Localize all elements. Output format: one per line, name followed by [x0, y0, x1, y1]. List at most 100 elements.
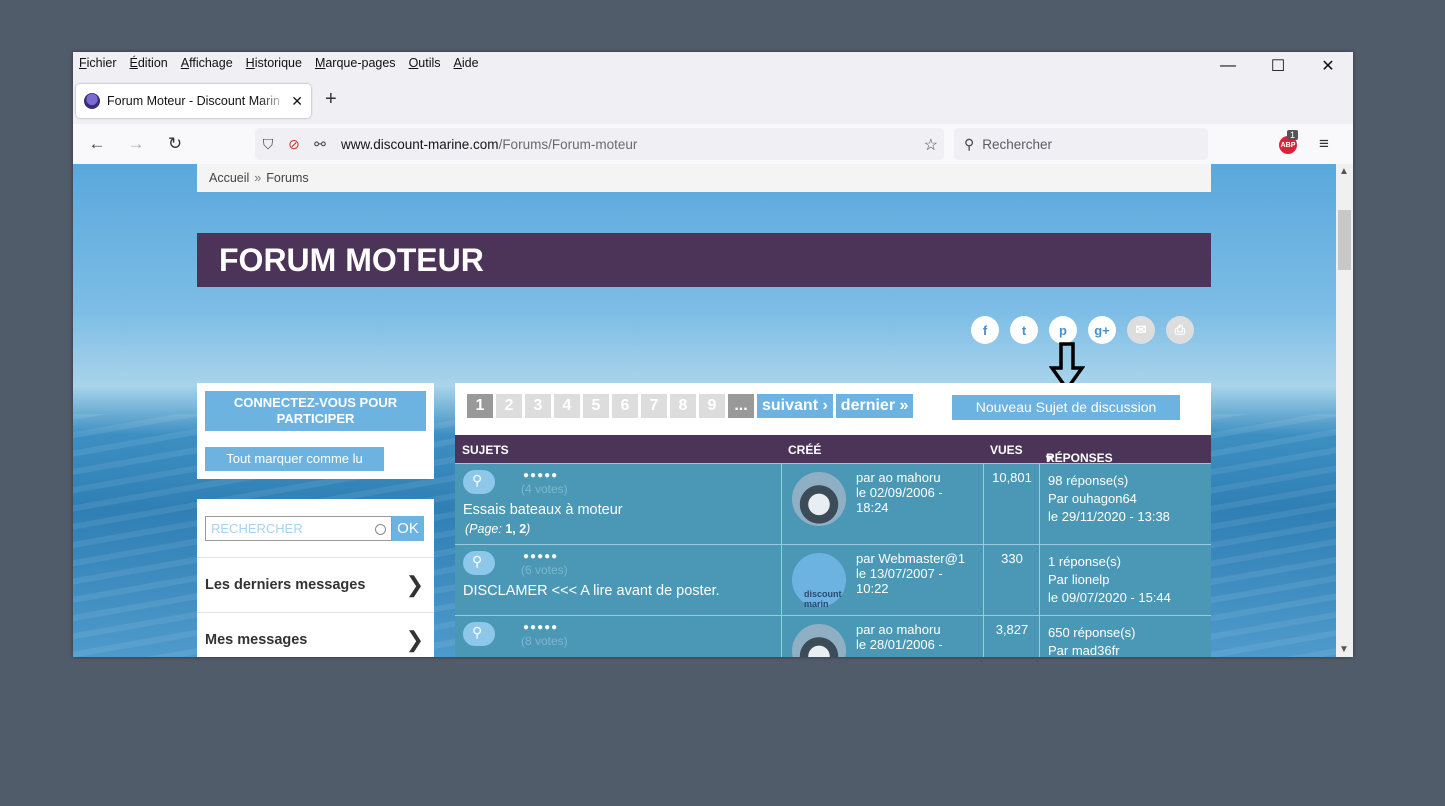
- page-3[interactable]: 3: [525, 394, 551, 418]
- tab-title: Forum Moteur - Discount Marin: [107, 94, 280, 108]
- last-page-button[interactable]: dernier »: [835, 394, 914, 418]
- search-bar[interactable]: ⚲ Rechercher: [954, 128, 1208, 160]
- menu-outils[interactable]: Outils: [409, 56, 441, 70]
- hamburger-menu-icon[interactable]: ≡: [1319, 134, 1329, 154]
- shield-icon[interactable]: ⛉: [255, 136, 281, 153]
- google-plus-icon[interactable]: g+: [1088, 316, 1116, 344]
- topic-bubble-icon: [463, 551, 495, 575]
- search-ok-button[interactable]: OK: [392, 516, 424, 541]
- close-window-button[interactable]: ✕: [1303, 52, 1353, 80]
- forward-button[interactable]: →: [121, 129, 151, 159]
- browser-window: Fichier Édition Affichage Historique Mar…: [73, 52, 1353, 657]
- minimize-button[interactable]: —: [1203, 52, 1253, 80]
- author-avatar: [792, 472, 846, 526]
- vertical-scrollbar[interactable]: ▲ ▼: [1336, 164, 1353, 657]
- topics-header: 1 2 3 4 5 6 7 8 9 ... suivant › dernier …: [455, 383, 1211, 435]
- topic-bubble-icon: [463, 470, 495, 494]
- chevron-right-icon: ❯: [405, 572, 424, 597]
- adblock-count-badge: 1: [1287, 130, 1299, 140]
- address-bar[interactable]: ⛉ ⊘ ⚯ www.discount-marine.com/Forums/For…: [255, 128, 944, 160]
- menu-fichier[interactable]: Fichier: [79, 56, 117, 70]
- breadcrumb-separator: »: [254, 171, 262, 185]
- votes-count: (8 votes): [521, 634, 568, 648]
- menu-aide[interactable]: Aide: [454, 56, 479, 70]
- pinterest-icon[interactable]: p: [1049, 316, 1077, 344]
- col-subjects[interactable]: SUJETS: [462, 443, 509, 457]
- topic-title-link[interactable]: DISCLAMER <<< A lire avant de poster.: [463, 583, 720, 599]
- breadcrumb-forums-link[interactable]: Forums: [266, 171, 308, 185]
- forum-topics-panel: 1 2 3 4 5 6 7 8 9 ... suivant › dernier …: [455, 383, 1211, 657]
- table-row[interactable]: ●●●●● (6 votes) DISCLAMER <<< A lire ava…: [455, 544, 1211, 615]
- scroll-up-icon[interactable]: ▲: [1339, 166, 1349, 177]
- menu-bar: Fichier Édition Affichage Historique Mar…: [73, 52, 1353, 74]
- page-6[interactable]: 6: [612, 394, 638, 418]
- mark-all-read-button[interactable]: Tout marquer comme lu: [205, 447, 384, 471]
- page-ellipsis: ...: [728, 394, 754, 418]
- replies-cell: 1 réponse(s) Par lionelp le 09/07/2020 - 1…: [1039, 545, 1211, 615]
- print-icon[interactable]: ⎙: [1166, 316, 1194, 344]
- scroll-down-icon[interactable]: ▼: [1339, 644, 1349, 655]
- subject-cell: ●●●●● (8 votes): [455, 616, 781, 657]
- connect-button[interactable]: CONNECTEZ-VOUS POUR PARTICIPER: [205, 391, 426, 431]
- tab-forum-moteur[interactable]: Forum Moteur - Discount Marin ✕: [76, 84, 311, 118]
- votes-count: (6 votes): [521, 563, 568, 577]
- breadcrumb: Accueil » Forums: [197, 164, 1211, 192]
- rating-stars[interactable]: ●●●●●: [523, 622, 558, 633]
- facebook-icon[interactable]: f: [971, 316, 999, 344]
- topic-page-links[interactable]: 1, 2: [505, 522, 526, 536]
- col-views[interactable]: VUES: [990, 443, 1023, 457]
- menu-historique[interactable]: Historique: [246, 56, 302, 70]
- sidebar-item-my-messages[interactable]: Mes messages ❯: [197, 612, 434, 657]
- breadcrumb-home-link[interactable]: Accueil: [209, 171, 249, 185]
- navigation-bar: ← → ↻ ⛉ ⊘ ⚯ www.discount-marine.com/Foru…: [73, 124, 1353, 164]
- menu-affichage[interactable]: Affichage: [181, 56, 233, 70]
- chevron-right-icon: ❯: [405, 627, 424, 652]
- scrollbar-thumb[interactable]: [1338, 210, 1351, 270]
- tracking-blocked-icon[interactable]: ⊘: [281, 136, 307, 153]
- votes-count: (4 votes): [521, 482, 568, 496]
- reload-button[interactable]: ↻: [160, 129, 190, 159]
- views-cell: 3,827: [983, 616, 1039, 657]
- page-2[interactable]: 2: [496, 394, 522, 418]
- topic-title-link[interactable]: Essais bateaux à moteur: [463, 502, 623, 518]
- table-row[interactable]: ●●●●● (4 votes) Essais bateaux à moteur …: [455, 463, 1211, 544]
- rating-stars[interactable]: ●●●●●: [523, 470, 558, 481]
- menu-marque-pages[interactable]: Marque-pages: [315, 56, 396, 70]
- col-created[interactable]: CRÉÉ: [788, 443, 821, 457]
- page-5[interactable]: 5: [583, 394, 609, 418]
- url-text: www.discount-marine.com/Forums/Forum-mot…: [341, 136, 638, 152]
- menu-edition[interactable]: Édition: [130, 56, 168, 70]
- sidebar-panel: RECHERCHER OK Les derniers messages ❯ Me…: [197, 499, 434, 657]
- page-1[interactable]: 1: [467, 394, 493, 418]
- created-cell: discount marin par Webmaster@1 le 13/07/2…: [781, 545, 983, 615]
- permissions-icon[interactable]: ⚯: [307, 136, 333, 153]
- page-9[interactable]: 9: [699, 394, 725, 418]
- page-content: Accueil » Forums FORUM MOTEUR f t p g+ ✉…: [73, 164, 1336, 657]
- new-tab-button[interactable]: +: [325, 88, 337, 111]
- back-button[interactable]: ←: [82, 129, 112, 159]
- page-7[interactable]: 7: [641, 394, 667, 418]
- subject-cell: ●●●●● (6 votes) DISCLAMER <<< A lire ava…: [455, 545, 781, 615]
- email-icon[interactable]: ✉: [1127, 316, 1155, 344]
- close-tab-icon[interactable]: ✕: [291, 93, 303, 110]
- views-cell: 330: [983, 545, 1039, 615]
- next-page-button[interactable]: suivant ›: [757, 394, 833, 418]
- twitter-icon[interactable]: t: [1010, 316, 1038, 344]
- topic-pages: (Page: 1, 2): [465, 522, 531, 536]
- maximize-button[interactable]: ☐: [1253, 52, 1303, 80]
- site-favicon-icon: [84, 93, 100, 109]
- page-title: FORUM MOTEUR: [197, 233, 1211, 287]
- rating-stars[interactable]: ●●●●●: [523, 551, 558, 562]
- subject-cell: ●●●●● (4 votes) Essais bateaux à moteur …: [455, 464, 781, 544]
- page-4[interactable]: 4: [554, 394, 580, 418]
- table-row[interactable]: ●●●●● (8 votes) par ao mahorule 28/01/20…: [455, 615, 1211, 657]
- new-topic-button[interactable]: Nouveau Sujet de discussion: [952, 395, 1180, 420]
- author-info: par ao mahoru le 28/01/2006 -: [856, 622, 943, 652]
- sidebar-item-latest-messages[interactable]: Les derniers messages ❯: [197, 557, 434, 612]
- table-header: SUJETS CRÉÉ VUES RÉPONSES ▾: [455, 435, 1211, 465]
- author-avatar: [792, 624, 846, 657]
- topic-bubble-icon: [463, 622, 495, 646]
- forum-search-input[interactable]: RECHERCHER: [205, 516, 392, 541]
- bookmark-star-icon[interactable]: ☆: [924, 135, 938, 155]
- page-8[interactable]: 8: [670, 394, 696, 418]
